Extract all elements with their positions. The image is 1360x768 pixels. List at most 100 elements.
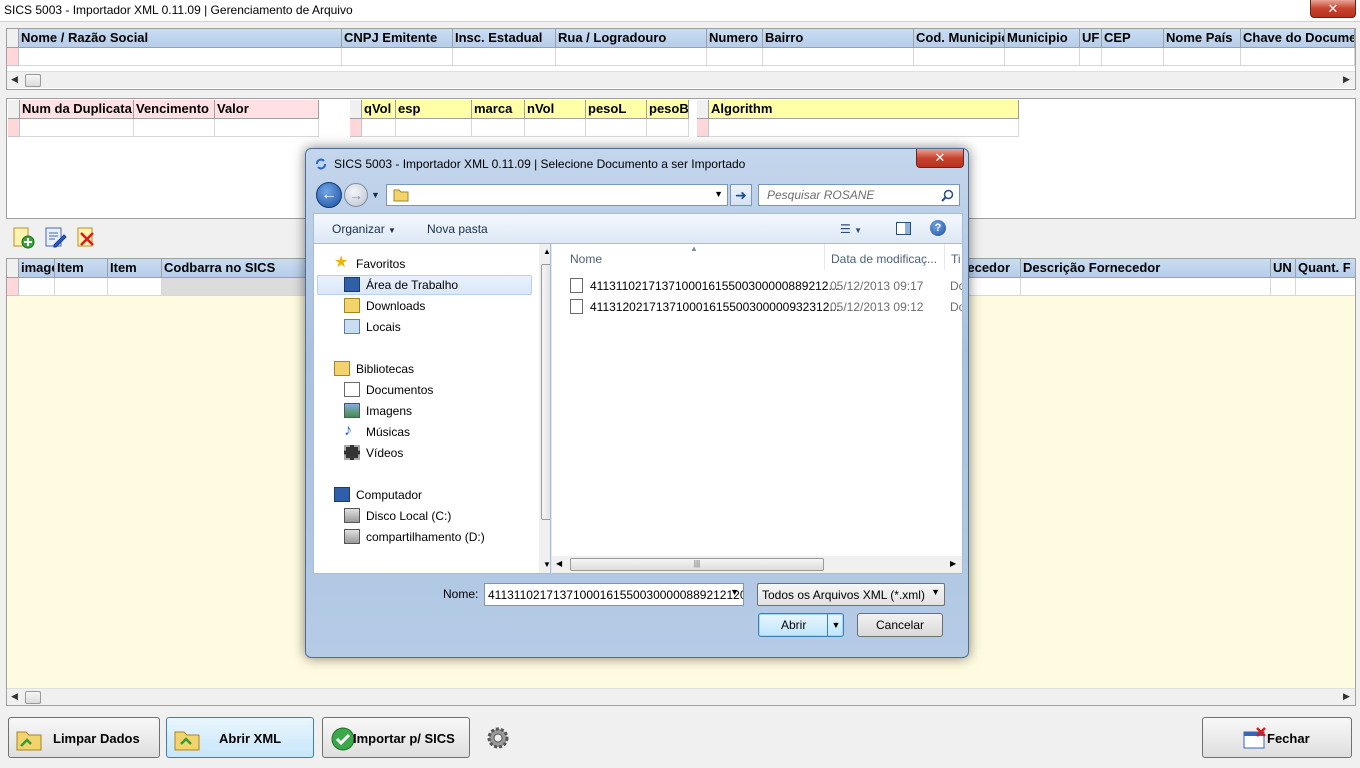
col-chave-documento[interactable]: Chave do Documento (1241, 29, 1355, 48)
col-nome-pais[interactable]: Nome País (1164, 29, 1241, 48)
forward-button[interactable]: → (344, 183, 368, 207)
file-list: Nome ▲ Data de modificaç... Ti 411311021… (551, 244, 963, 574)
col-cnpj[interactable]: CNPJ Emitente (342, 29, 453, 48)
col-algorithm[interactable]: Algorithm (709, 100, 1019, 119)
window-title-bar: SICS 5003 - Importador XML 0.11.09 | Ger… (0, 0, 1360, 22)
algorithm-grid: Algorithm (697, 100, 1021, 142)
col-vencimento[interactable]: Vencimento (134, 100, 215, 119)
col-marca[interactable]: marca (472, 100, 525, 119)
table-row[interactable] (697, 119, 1019, 137)
window-close-button[interactable]: ✕ (1310, 0, 1356, 18)
emitente-hscroll[interactable]: ◀ ▶ (7, 71, 1355, 88)
fechar-button[interactable]: Fechar (1202, 717, 1352, 758)
table-row[interactable] (350, 119, 689, 137)
downloads-folder-icon (344, 298, 360, 313)
col-nome[interactable]: Nome (570, 252, 602, 266)
col-nvol[interactable]: nVol (525, 100, 586, 119)
window-title: SICS 5003 - Importador XML 0.11.09 | Ger… (4, 3, 353, 17)
nav-vscroll[interactable]: ▲ ▼ (539, 244, 550, 573)
search-icon[interactable] (941, 189, 954, 202)
col-cep[interactable]: CEP (1102, 29, 1164, 48)
refresh-icon (316, 158, 326, 170)
items-hscroll[interactable]: ◀ ▶ (7, 688, 1355, 705)
cancel-button[interactable]: Cancelar (857, 613, 943, 637)
col-cod-municipio[interactable]: Cod. Municipio (914, 29, 1005, 48)
list-item[interactable]: 41131102171371000161550030000088921​2...… (566, 276, 962, 296)
xml-file-icon (570, 299, 583, 314)
scroll-thumb[interactable]: ||| (570, 558, 824, 571)
scroll-thumb[interactable] (25, 74, 41, 87)
col-codbarra-sics[interactable]: Codbarra no SICS (162, 259, 307, 278)
xml-file-icon (570, 278, 583, 293)
col-imagem[interactable]: imagem (19, 259, 55, 278)
computer-icon (334, 487, 350, 502)
col-descricao-fornecedor[interactable]: Descrição Fornecedor (1021, 259, 1271, 278)
filename-dropdown-icon[interactable]: ▼ (730, 587, 739, 597)
col-numero[interactable]: Numero (707, 29, 763, 48)
scroll-thumb[interactable] (541, 264, 550, 520)
open-button[interactable]: Abrir ▼ (758, 613, 844, 637)
add-item-icon[interactable] (11, 225, 35, 249)
col-bairro[interactable]: Bairro (763, 29, 914, 48)
importar-sics-button[interactable]: Importar p/ SICS (322, 717, 470, 758)
edit-item-icon[interactable] (43, 225, 67, 249)
address-bar[interactable]: ▼ (386, 184, 728, 206)
network-drive-icon (344, 529, 360, 544)
help-icon[interactable]: ? (930, 220, 946, 236)
desktop-icon (344, 277, 360, 292)
search-input[interactable]: Pesquisar ROSANE (758, 184, 960, 206)
filename-input[interactable]: 4113110217137100016155003000008892121201… (484, 583, 744, 606)
recent-locations-dropdown-icon[interactable]: ▼ (371, 190, 380, 200)
limpar-dados-button[interactable]: Limpar Dados (8, 717, 160, 758)
star-icon: ★ (334, 254, 349, 271)
col-insc-estadual[interactable]: Insc. Estadual (453, 29, 556, 48)
organizar-menu[interactable]: Organizar ▼ (332, 222, 396, 236)
col-item-2[interactable]: Item (108, 259, 162, 278)
col-item-1[interactable]: Item (55, 259, 108, 278)
col-esp[interactable]: esp (396, 100, 472, 119)
scroll-thumb[interactable] (25, 691, 41, 704)
back-button[interactable]: ← (316, 182, 342, 208)
gear-icon[interactable] (485, 725, 511, 751)
col-data-modificacao[interactable]: Data de modificaç... (831, 252, 937, 266)
fechar-label: Fechar (1267, 731, 1310, 746)
list-item[interactable]: 411312021713710001615500300000932312... … (566, 297, 962, 317)
filetype-dropdown-icon[interactable]: ▼ (931, 587, 940, 597)
documents-icon (344, 382, 360, 397)
delete-item-icon[interactable] (74, 225, 98, 249)
col-nome-razao[interactable]: Nome / Razão Social (19, 29, 342, 48)
col-tipo[interactable]: Ti (951, 252, 961, 266)
places-icon (344, 319, 360, 334)
duplicata-grid: Num da Duplicata Vencimento Valor (8, 100, 320, 142)
col-rua[interactable]: Rua / Logradouro (556, 29, 707, 48)
go-button[interactable]: ➜ (730, 184, 752, 206)
filename-label: Nome: (443, 587, 479, 601)
view-options-icon[interactable]: ☰ ▼ (840, 222, 862, 236)
dialog-close-button[interactable]: ✕ (916, 149, 964, 168)
file-list-hscroll[interactable]: ◀ ||| ▶ (552, 556, 962, 573)
col-municipio[interactable]: Municipio (1005, 29, 1080, 48)
col-valor[interactable]: Valor (215, 100, 319, 119)
col-pesob[interactable]: pesoB (647, 100, 689, 119)
col-num-duplicata[interactable]: Num da Duplicata (20, 100, 134, 119)
open-file-dialog: SICS 5003 - Importador XML 0.11.09 | Sel… (305, 148, 969, 658)
abrir-xml-button[interactable]: Abrir XML (166, 717, 314, 758)
col-qvol[interactable]: qVol (362, 100, 396, 119)
table-row[interactable] (7, 48, 1355, 66)
col-quant[interactable]: Quant. F (1296, 259, 1355, 278)
address-dropdown-icon[interactable]: ▼ (714, 189, 723, 199)
volume-grid: qVol esp marca nVol pesoL pesoB (350, 100, 692, 142)
col-uf[interactable]: UF (1080, 29, 1102, 48)
preview-pane-icon[interactable] (896, 222, 911, 235)
filetype-select[interactable]: Todos os Arquivos XML (*.xml) ▼ (757, 583, 945, 606)
dialog-title: SICS 5003 - Importador XML 0.11.09 | Sel… (334, 157, 746, 171)
col-un[interactable]: UN (1271, 259, 1296, 278)
row-indicator (7, 48, 19, 66)
navigation-pane: ★ Favoritos Área de Trabalho Downloads L… (313, 244, 551, 574)
col-pesol[interactable]: pesoL (586, 100, 647, 119)
nova-pasta-button[interactable]: Nova pasta (427, 222, 488, 236)
close-window-icon (1243, 727, 1266, 749)
open-split-dropdown-icon[interactable]: ▼ (827, 614, 844, 636)
table-row[interactable] (8, 119, 319, 137)
film-icon (344, 445, 360, 460)
